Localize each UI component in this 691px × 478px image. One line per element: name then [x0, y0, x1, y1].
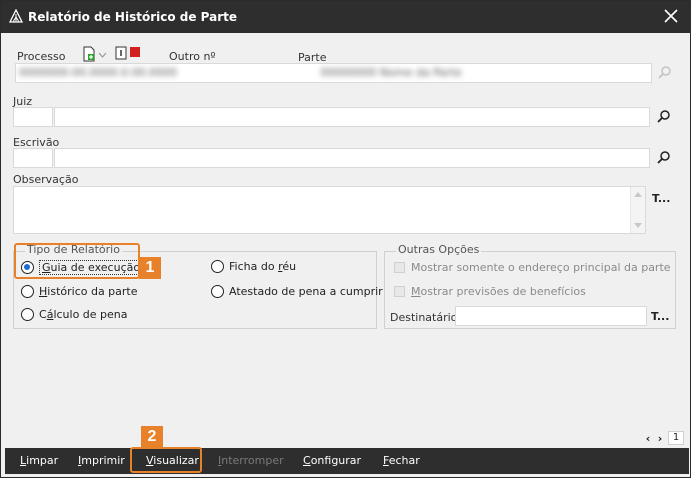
radio-ficha-reu[interactable]: Ficha do réu: [211, 260, 296, 273]
radio-atestado-pena[interactable]: Atestado de pena a cumprir: [211, 285, 383, 298]
processo-value: 0000000-00.0000.0.00.0000: [19, 66, 177, 79]
radio-indicator: [211, 260, 224, 273]
radio-indicator: [21, 308, 34, 321]
radio-label: Ficha do réu: [229, 260, 297, 273]
next-page-icon[interactable]: ›: [654, 432, 666, 445]
scroll-up-icon[interactable]: [634, 192, 642, 197]
juiz-search-icon[interactable]: [656, 109, 672, 125]
radio-label: Histórico da parte: [39, 285, 138, 298]
new-document-icon[interactable]: [82, 46, 96, 62]
configurar-button[interactable]: Configurar: [303, 454, 361, 467]
tipo-relatorio-legend: Tipo de Relatório: [25, 243, 122, 256]
radio-label: Atestado de pena a cumprir: [229, 285, 383, 298]
radio-historico-parte[interactable]: Histórico da parte: [21, 285, 138, 298]
processo-label: Processo: [17, 50, 66, 63]
check-previsoes-beneficios[interactable]: Mostrar previsões de benefícios: [394, 285, 586, 298]
page-number[interactable]: 1: [668, 431, 684, 445]
parte-value: 00000000 Nome da Parte: [320, 66, 462, 79]
checkbox: [394, 286, 405, 297]
observacao-text-button[interactable]: T...: [652, 192, 670, 205]
step-badge-1: 1: [139, 257, 161, 279]
radio-guia-execucao[interactable]: Guia de execução: [21, 260, 144, 275]
checkbox-label: Mostrar somente o endereço principal da …: [411, 261, 671, 274]
observacao-scrollbar[interactable]: [630, 187, 645, 233]
interromper-button[interactable]: Interromper: [218, 454, 284, 467]
imprimir-button[interactable]: Imprimir: [78, 454, 125, 467]
radio-label: Cálculo de pena: [39, 308, 128, 321]
escrivao-name-input[interactable]: [54, 148, 650, 168]
juiz-name-input[interactable]: [54, 107, 650, 127]
app-logo-icon: [9, 9, 23, 23]
window-title: Relatório de Histórico de Parte: [28, 10, 238, 24]
limpar-button[interactable]: Limpar: [20, 454, 58, 467]
radio-indicator: [211, 285, 224, 298]
checkbox-label: Mostrar previsões de benefícios: [411, 285, 586, 298]
visualizar-button[interactable]: Visualizar: [146, 454, 199, 467]
destinatario-input[interactable]: [455, 306, 647, 326]
red-flag-icon[interactable]: [130, 47, 140, 57]
document-info-icon[interactable]: [115, 46, 127, 60]
pager: ‹ › 1: [642, 431, 684, 445]
radio-indicator: [21, 285, 34, 298]
action-toolbar: Limpar Imprimir Visualizar Interromper C…: [5, 448, 689, 474]
chevron-down-icon[interactable]: [98, 51, 107, 59]
escrivao-search-icon[interactable]: [656, 150, 672, 166]
destinatario-label: Destinatário: [390, 311, 458, 324]
step-badge-2: 2: [141, 426, 163, 448]
report-dialog: Relatório de Histórico de Parte Processo…: [0, 0, 691, 478]
scroll-down-icon[interactable]: [634, 223, 642, 228]
radio-label: Guia de execução: [39, 260, 144, 275]
destinatario-text-button[interactable]: T...: [651, 310, 669, 323]
fechar-button[interactable]: Fechar: [383, 454, 420, 467]
check-endereco-principal[interactable]: Mostrar somente o endereço principal da …: [394, 261, 671, 274]
title-bar[interactable]: Relatório de Histórico de Parte: [1, 1, 691, 33]
escrivao-code-input[interactable]: [13, 148, 53, 168]
radio-calculo-pena[interactable]: Cálculo de pena: [21, 308, 128, 321]
observacao-label: Observação: [13, 173, 79, 186]
outro-numero-label: Outro nº: [169, 50, 216, 63]
close-icon[interactable]: [662, 7, 680, 25]
juiz-code-input[interactable]: [13, 107, 53, 127]
radio-indicator: [21, 261, 34, 274]
processo-search-icon[interactable]: [657, 65, 673, 81]
checkbox: [394, 262, 405, 273]
observacao-textarea[interactable]: [13, 186, 646, 234]
processo-parte-field[interactable]: 0000000-00.0000.0.00.0000 00000000 Nome …: [15, 63, 652, 83]
prev-page-icon[interactable]: ‹: [642, 432, 654, 445]
outras-opcoes-legend: Outras Opções: [396, 243, 482, 256]
